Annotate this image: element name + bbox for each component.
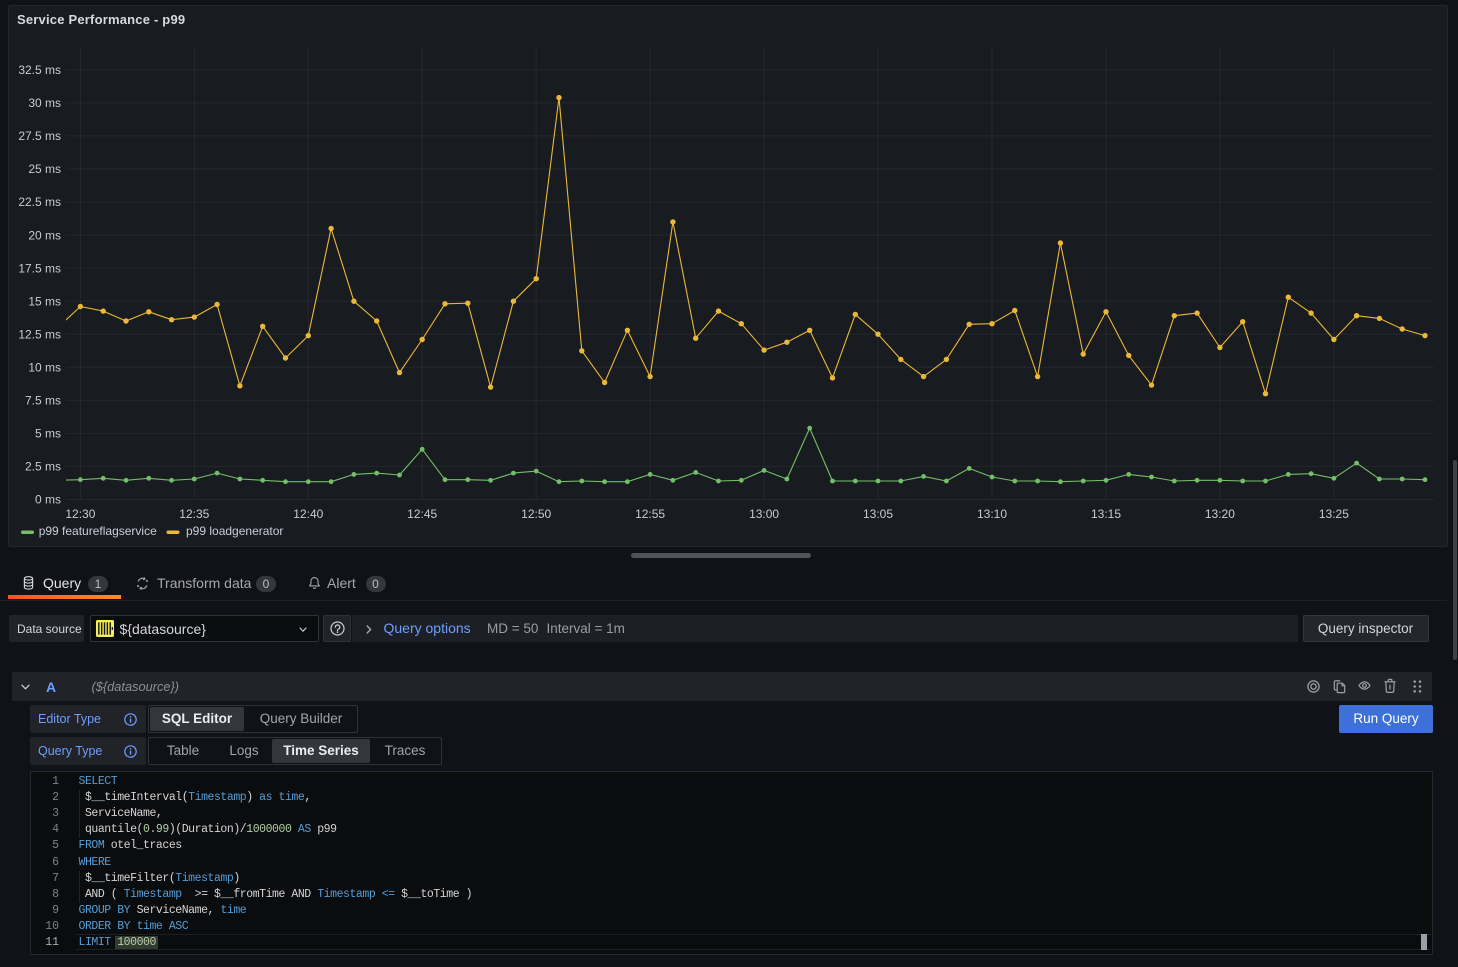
svg-text:13:05: 13:05 — [863, 507, 893, 521]
svg-text:13:25: 13:25 — [1319, 507, 1349, 521]
svg-text:7.5 ms: 7.5 ms — [25, 394, 61, 408]
svg-text:13:15: 13:15 — [1091, 507, 1121, 521]
svg-text:12:30: 12:30 — [65, 507, 95, 521]
svg-text:12.5 ms: 12.5 ms — [18, 327, 61, 341]
svg-text:17.5 ms: 17.5 ms — [18, 261, 61, 275]
svg-text:30 ms: 30 ms — [28, 96, 61, 110]
svg-text:20 ms: 20 ms — [28, 228, 61, 242]
svg-text:22.5 ms: 22.5 ms — [18, 195, 61, 209]
svg-text:2.5 ms: 2.5 ms — [25, 460, 61, 474]
svg-text:12:35: 12:35 — [179, 507, 209, 521]
svg-text:5 ms: 5 ms — [35, 427, 61, 441]
svg-text:25 ms: 25 ms — [28, 162, 61, 176]
svg-text:15 ms: 15 ms — [28, 294, 61, 308]
svg-text:13:00: 13:00 — [749, 507, 779, 521]
svg-text:13:20: 13:20 — [1205, 507, 1235, 521]
svg-text:12:55: 12:55 — [635, 507, 665, 521]
svg-text:0 ms: 0 ms — [35, 493, 61, 507]
svg-text:32.5 ms: 32.5 ms — [18, 63, 61, 77]
svg-text:p99 featureflagservice: p99 featureflagservice — [39, 524, 157, 538]
svg-text:10 ms: 10 ms — [28, 361, 61, 375]
svg-text:p99 loadgenerator: p99 loadgenerator — [186, 524, 283, 538]
svg-text:12:40: 12:40 — [293, 507, 323, 521]
svg-text:12:45: 12:45 — [407, 507, 437, 521]
svg-text:12:50: 12:50 — [521, 507, 551, 521]
svg-text:13:10: 13:10 — [977, 507, 1007, 521]
svg-text:27.5 ms: 27.5 ms — [18, 129, 61, 143]
